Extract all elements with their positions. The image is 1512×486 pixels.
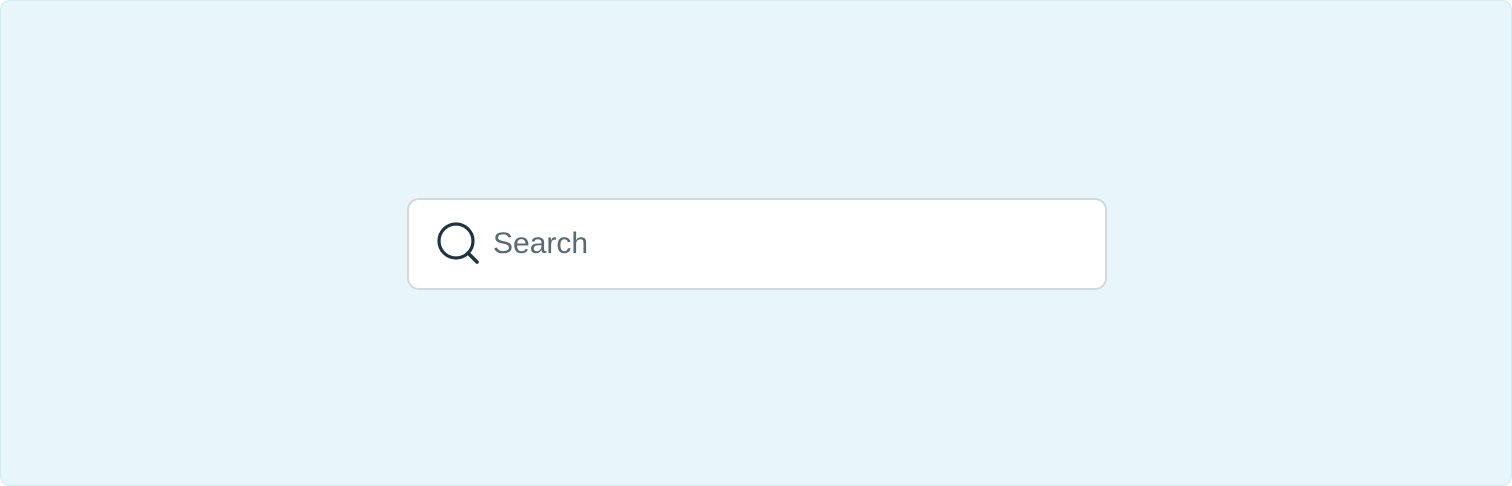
search-icon <box>437 222 481 266</box>
search-bar[interactable] <box>407 198 1107 290</box>
search-input[interactable] <box>493 214 1083 274</box>
page-background <box>0 0 1512 486</box>
